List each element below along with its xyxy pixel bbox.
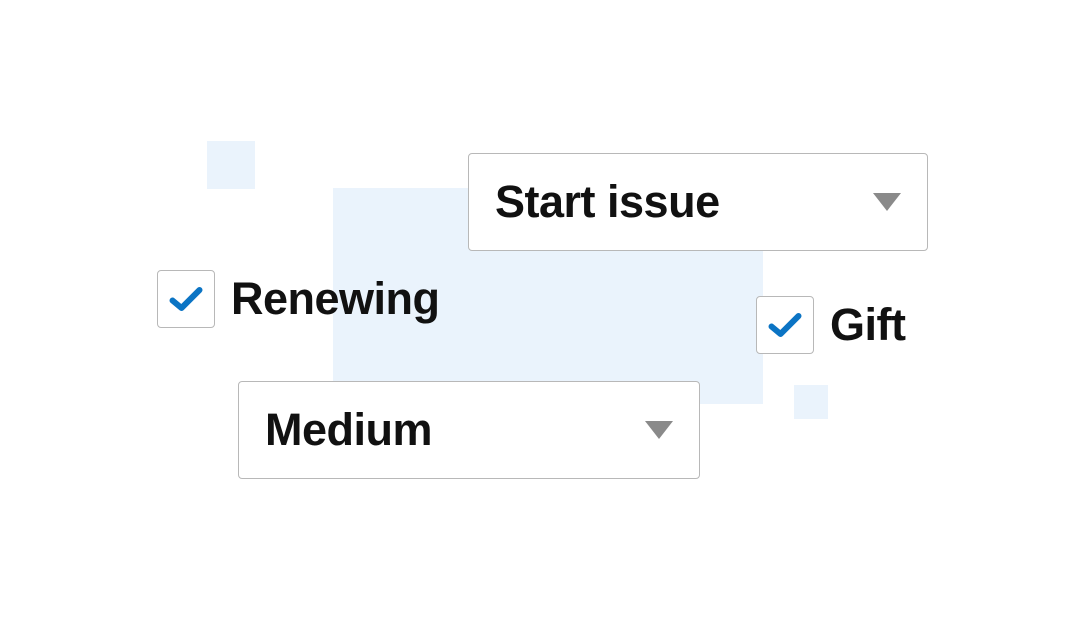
- decorative-square: [794, 385, 828, 419]
- check-icon: [167, 284, 205, 314]
- start-issue-dropdown[interactable]: Start issue: [468, 153, 928, 251]
- decorative-square: [207, 141, 255, 189]
- medium-label: Medium: [265, 404, 432, 456]
- renewing-checkbox-group: Renewing: [157, 270, 440, 328]
- medium-dropdown[interactable]: Medium: [238, 381, 700, 479]
- start-issue-label: Start issue: [495, 176, 720, 228]
- renewing-checkbox[interactable]: [157, 270, 215, 328]
- renewing-label: Renewing: [231, 273, 440, 325]
- chevron-down-icon: [873, 193, 901, 211]
- gift-checkbox[interactable]: [756, 296, 814, 354]
- gift-label: Gift: [830, 299, 905, 351]
- gift-checkbox-group: Gift: [756, 296, 905, 354]
- chevron-down-icon: [645, 421, 673, 439]
- check-icon: [766, 310, 804, 340]
